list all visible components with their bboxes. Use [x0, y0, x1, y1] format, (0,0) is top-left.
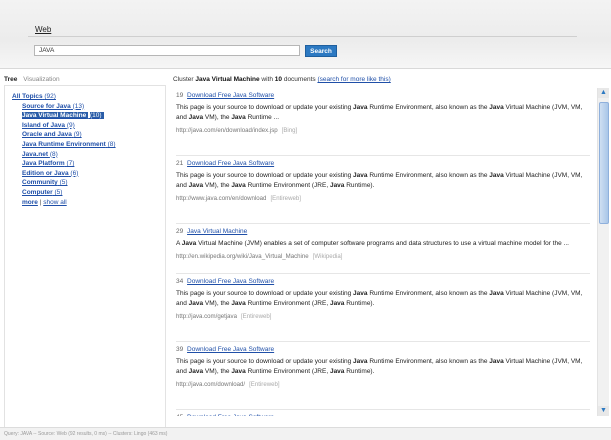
- tree-cluster-item[interactable]: Community (5): [12, 178, 116, 188]
- show-all-link[interactable]: show all: [43, 199, 66, 206]
- tree-cluster-item[interactable]: Island of Java (9): [12, 121, 116, 131]
- result-title-link[interactable]: Download Free Java Software: [187, 92, 274, 99]
- result-url[interactable]: http://www.java.com/en/download: [176, 195, 266, 202]
- result-snippet: This page is your source to download or …: [176, 172, 583, 189]
- results-list: 19 Download Free Java Software This page …: [168, 88, 596, 416]
- result-divider: [176, 409, 590, 410]
- panel-divider: [165, 85, 166, 427]
- scroll-up-icon[interactable]: ▲: [598, 88, 609, 98]
- result-number: 19: [176, 92, 184, 99]
- result-url[interactable]: http://java.com/getjava: [176, 313, 237, 320]
- header-band: [0, 0, 611, 69]
- search-button[interactable]: Search: [305, 45, 337, 57]
- result-number: 29: [176, 228, 184, 235]
- tree-cluster-item[interactable]: Source for Java (13): [12, 102, 116, 112]
- result-number: 21: [176, 160, 184, 167]
- scroll-thumb[interactable]: [599, 102, 609, 224]
- link-separator: |: [39, 198, 42, 206]
- result-source: [Entireweb]: [249, 381, 280, 388]
- tree-cluster-item[interactable]: Edition or Java (6): [12, 169, 116, 179]
- result-snippet: This page is your source to download or …: [176, 104, 583, 121]
- status-bar: Query: JAVA -- Source: Web (92 results, …: [0, 427, 611, 440]
- tree-cluster-item[interactable]: Java Platform (7): [12, 159, 116, 169]
- tree-root-all-topics[interactable]: All Topics (92): [12, 92, 116, 102]
- tree-cluster-item[interactable]: Java Virtual Machine (10): [12, 111, 116, 121]
- result-number: 39: [176, 346, 184, 353]
- scroll-down-icon[interactable]: ▼: [598, 406, 609, 416]
- result-divider: [176, 155, 590, 156]
- tab-visualization[interactable]: Visualization: [23, 76, 59, 83]
- tab-web[interactable]: Web: [35, 25, 51, 34]
- tab-tree[interactable]: Tree: [4, 76, 17, 83]
- result-title-link[interactable]: Download Free Java Software: [187, 346, 274, 353]
- tree-more-row: more | show all: [12, 198, 116, 208]
- result-item: 19 Download Free Java Software This page …: [176, 92, 590, 134]
- result-title-link[interactable]: Download Free Java Software: [187, 414, 274, 416]
- tree-cluster-item[interactable]: Java.net (8): [12, 150, 116, 160]
- result-title-link[interactable]: Java Virtual Machine: [187, 228, 247, 235]
- result-item: 34 Download Free Java Software This page …: [176, 278, 590, 320]
- result-item: 21 Download Free Java Software This page …: [176, 160, 590, 202]
- result-url[interactable]: http://java.com/en/download/index.jsp: [176, 127, 278, 134]
- search-input[interactable]: [34, 45, 300, 56]
- result-snippet: This page is your source to download or …: [176, 290, 583, 307]
- result-divider: [176, 341, 590, 342]
- result-divider: [176, 223, 590, 224]
- search-more-like-this-link[interactable]: (search for more like this): [317, 76, 390, 83]
- result-source: [Entireweb]: [240, 313, 272, 320]
- result-number: 34: [176, 278, 184, 285]
- result-source: [Wikipedia]: [312, 253, 343, 260]
- results-scrollbar[interactable]: ▲ ▼: [597, 88, 609, 416]
- result-title-link[interactable]: Download Free Java Software: [187, 160, 274, 167]
- result-url[interactable]: http://java.com/download/: [176, 381, 245, 388]
- result-title-link[interactable]: Download Free Java Software: [187, 278, 274, 285]
- result-source: [Entireweb]: [270, 195, 301, 202]
- cluster-tree-panel: All Topics (92) Source for Java (13) Java…: [4, 85, 165, 429]
- result-divider: [176, 273, 590, 274]
- result-source: [Bing]: [281, 127, 298, 134]
- view-tabs: Tree Visualization: [4, 76, 60, 83]
- tree-cluster-item[interactable]: Computer (5): [12, 188, 116, 198]
- more-link[interactable]: more: [22, 199, 38, 206]
- tree-cluster-item[interactable]: Oracle and Java (9): [12, 130, 116, 140]
- result-item: 39 Download Free Java Software This page …: [176, 346, 590, 388]
- cluster-tree: All Topics (92) Source for Java (13) Java…: [12, 92, 116, 207]
- result-number: 45: [176, 414, 183, 416]
- cluster-header: Cluster Java Virtual Machine with 10 doc…: [173, 76, 391, 83]
- result-snippet: A Java Virtual Machine (JVM) enables a s…: [176, 240, 569, 247]
- tree-cluster-item[interactable]: Java Runtime Environment (8): [12, 140, 116, 150]
- tab-divider: [28, 36, 577, 37]
- result-item: 45 Download Free Java Software: [176, 414, 590, 416]
- result-item: 29 Java Virtual Machine A Java Virtual Ma…: [176, 228, 590, 260]
- result-url[interactable]: http://en.wikipedia.org/wiki/Java_Virtua…: [176, 253, 309, 260]
- result-snippet: This page is your source to download or …: [176, 358, 583, 375]
